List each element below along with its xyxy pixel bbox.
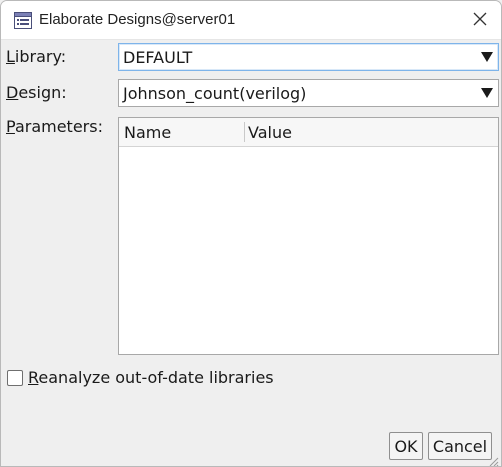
design-value: Johnson_count(verilog) <box>123 84 307 103</box>
cancel-button[interactable]: Cancel <box>428 432 492 460</box>
window-title: Elaborate Designs@server01 <box>39 11 236 28</box>
dropdown-arrow-icon[interactable] <box>478 82 496 104</box>
design-label: Design: <box>6 83 67 102</box>
ok-button[interactable]: OK <box>389 432 423 460</box>
close-icon <box>473 11 487 30</box>
library-label: Library: <box>6 47 67 66</box>
column-header-value[interactable]: Value <box>248 123 292 142</box>
title-bar[interactable]: Elaborate Designs@server01 <box>1 1 501 40</box>
dropdown-arrow-icon[interactable] <box>478 46 496 68</box>
design-select[interactable]: Johnson_count(verilog) <box>118 79 499 107</box>
parameters-label: Parameters: <box>6 117 103 136</box>
column-divider[interactable] <box>244 122 245 142</box>
library-value: DEFAULT <box>123 48 193 67</box>
elaborate-dialog: Elaborate Designs@server01 Library: DEFA… <box>0 0 502 467</box>
resize-grip-icon[interactable] <box>487 452 499 466</box>
table-header: Name Value <box>119 118 498 147</box>
close-button[interactable] <box>463 5 497 35</box>
library-select[interactable]: DEFAULT <box>118 43 499 71</box>
column-header-name[interactable]: Name <box>124 123 171 142</box>
dialog-list-icon <box>14 12 32 29</box>
parameters-table[interactable]: Name Value <box>118 117 499 355</box>
reanalyze-label[interactable]: Reanalyze out-of-date libraries <box>28 368 274 387</box>
reanalyze-checkbox[interactable] <box>7 370 23 386</box>
